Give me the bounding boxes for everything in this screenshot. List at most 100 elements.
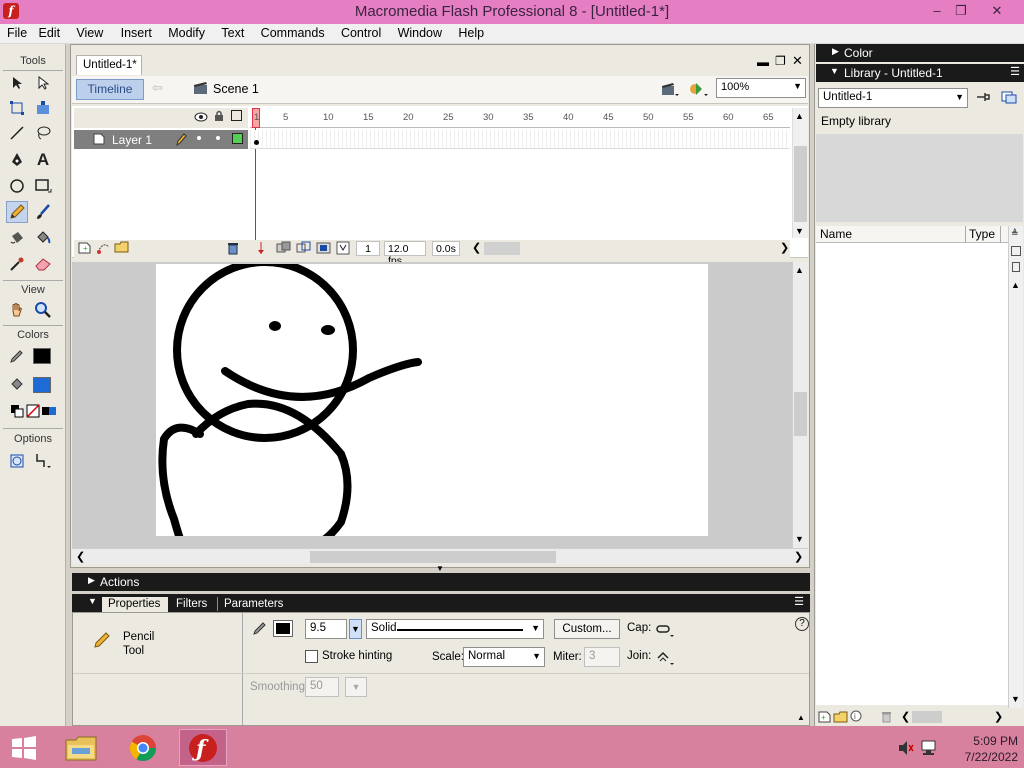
panel-options-icon[interactable]: ☰ [794,595,804,608]
scroll-down-icon[interactable]: ▼ [795,226,804,236]
join-style-icon[interactable] [655,649,677,670]
menu-edit[interactable]: Edit [32,24,61,43]
library-vscroll[interactable]: ≜ ▲ ▼ [1008,226,1023,710]
layer-row[interactable]: Layer 1 [74,130,248,149]
pin-library-icon[interactable] [975,90,991,107]
edit-multiple-frames-icon[interactable] [316,241,332,258]
menu-commands[interactable]: Commands [249,24,325,43]
scroll-right-icon[interactable]: ❯ [794,550,803,563]
scroll-down-icon[interactable]: ▼ [795,534,804,544]
ink-bottle-icon[interactable] [6,227,28,249]
scroll-thumb[interactable] [794,146,807,222]
properties-info-icon[interactable]: i [850,710,863,726]
menu-view[interactable]: View [64,24,103,43]
smoothing-dropdown-icon[interactable]: ▼ [345,677,367,697]
library-hscroll-thumb[interactable] [912,711,942,723]
onion-outlines-icon[interactable] [296,241,312,258]
rectangle-tool-icon[interactable] [32,175,54,197]
menu-window[interactable]: Window [386,24,442,43]
start-windows-icon[interactable] [0,729,48,766]
restore-button[interactable]: ❐ [946,2,976,20]
zoom-tool-icon[interactable] [32,299,54,321]
tab-filters[interactable]: Filters [176,597,207,612]
swap-colors-icon[interactable] [38,400,60,422]
chrome-icon[interactable] [119,729,167,766]
collapse-arrow-icon[interactable]: ▼ [88,596,97,606]
new-symbol-icon[interactable]: + [818,710,832,726]
scroll-left-icon[interactable]: ❮ [901,710,910,723]
stroke-height-dropdown-icon[interactable]: ▼ [349,619,362,639]
custom-stroke-button[interactable]: Custom... [554,619,620,639]
motion-guide-icon[interactable] [96,241,112,258]
layer-visible-dot[interactable] [197,136,201,140]
lock-icon[interactable] [214,110,224,125]
panel-close-icon[interactable]: ✕ [792,53,803,69]
text-tool-icon[interactable]: A [32,149,54,171]
stage-hscroll-thumb[interactable] [310,551,556,563]
stroke-height-field[interactable]: 9.5 [305,619,347,639]
timeline-hscroll-thumb[interactable] [484,242,520,255]
stage-vscroll-thumb[interactable] [794,392,807,436]
modify-markers-icon[interactable] [336,241,350,258]
fill-transform-icon[interactable] [32,97,54,119]
fill-color-swatch[interactable] [33,377,51,393]
tab-properties[interactable]: Properties [102,597,168,612]
layer-lock-dot[interactable] [216,136,220,140]
back-arrow-icon[interactable]: ⇦ [152,80,176,100]
frame-ruler[interactable]: 1 5 10 15 20 25 30 35 40 45 50 55 60 65 [250,108,790,128]
brush-tool-icon[interactable] [32,201,54,223]
insert-folder-icon[interactable] [114,240,130,257]
narrow-view-icon[interactable] [1012,262,1020,272]
menu-help[interactable]: Help [446,24,484,43]
frame-row[interactable] [250,130,790,149]
insert-layer-icon[interactable]: + [78,241,92,258]
file-explorer-icon[interactable] [57,729,105,766]
menu-control[interactable]: Control [329,24,381,43]
name-column-header[interactable]: Name [820,227,852,241]
stage-vscroll[interactable]: ▲ ▼ [792,262,808,548]
stroke-hinting-checkbox[interactable] [305,650,318,663]
sort-icon[interactable]: ≜ [1011,228,1019,239]
selection-arrow-icon[interactable] [6,72,28,94]
color-panel-bar[interactable]: ▶ Color [816,44,1024,62]
stroke-color-swatch[interactable] [33,348,51,364]
oval-tool-icon[interactable] [6,175,28,197]
flash-taskbar-icon[interactable]: ƒ [179,729,227,766]
center-frame-icon[interactable] [256,241,266,258]
edit-scene-icon[interactable] [660,80,680,101]
library-list[interactable] [816,243,1008,705]
taskbar-clock[interactable]: 5:09 PM 7/22/2022 [944,733,1022,765]
eyedropper-icon[interactable] [6,253,28,275]
eraser-icon[interactable] [32,253,54,275]
collapse-arrow-icon[interactable]: ▲ [797,713,805,722]
panel-restore-icon[interactable]: ❐ [775,54,786,68]
stroke-color-button[interactable] [273,620,293,637]
scroll-down-icon[interactable]: ▼ [1011,694,1020,704]
pencil-tool-icon[interactable] [6,201,28,223]
lasso-tool-icon[interactable] [32,122,54,144]
miter-field[interactable]: 3 [584,647,620,667]
cap-style-icon[interactable] [655,623,677,642]
scroll-right-icon[interactable]: ❯ [780,241,789,254]
stage-hscroll[interactable]: ❮ ❯ [72,548,808,564]
network-icon[interactable] [920,739,938,760]
panel-minimize-icon[interactable]: ▬ [757,55,769,69]
library-document-select[interactable]: Untitled-1 ▼ [818,88,968,108]
show-hide-eye-icon[interactable] [194,111,208,125]
pencil-mode-icon[interactable] [32,450,54,472]
free-transform-icon[interactable] [6,97,28,119]
tab-parameters[interactable]: Parameters [224,597,283,612]
help-icon[interactable]: ? [795,617,809,631]
scroll-right-icon[interactable]: ❯ [994,710,1003,723]
scroll-up-icon[interactable]: ▲ [795,265,804,275]
subselection-arrow-icon[interactable] [32,72,54,94]
pen-tool-icon[interactable] [6,149,28,171]
close-button[interactable]: ✕ [982,2,1012,20]
delete-layer-trash-icon[interactable] [226,241,240,258]
scroll-left-icon[interactable]: ❮ [76,550,85,563]
scale-select[interactable]: Normal ▼ [463,647,545,667]
actions-panel-bar[interactable]: ▶ Actions [72,573,810,591]
object-drawing-icon[interactable] [6,450,28,472]
type-column-header[interactable]: Type [969,227,995,241]
smoothing-field[interactable]: 50 [305,677,339,697]
